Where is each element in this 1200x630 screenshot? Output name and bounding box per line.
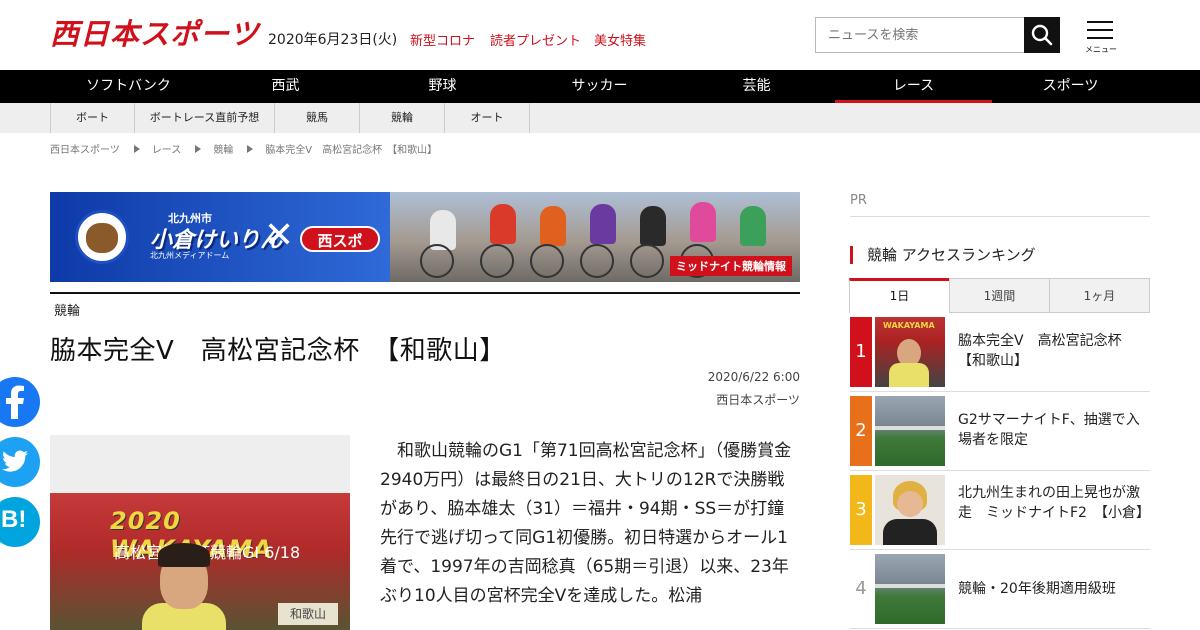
ranking-divider [850,628,1150,629]
breadcrumb-current: 脇本完全V 高松宮記念杯 【和歌山】 [265,145,438,156]
pr-divider [850,216,1150,217]
chevron-right-icon [133,144,140,153]
ranking-item[interactable]: 3 北九州生まれの田上晃也が激走 ミッドナイトF2 【小倉】 [850,475,1150,545]
pr-label: PR [850,193,867,208]
facebook-share-button[interactable] [0,377,40,427]
nav-item-baseball[interactable]: 野球 [364,70,521,103]
ranking-thumbnail [875,475,945,545]
breadcrumb: 西日本スポーツ レース 競輪 脇本完全V 高松宮記念杯 【和歌山】 [50,141,437,156]
ranking-divider [850,391,1150,392]
ranking-number: 1 [850,317,872,387]
banner-caption: ミッドナイト競輪情報 [670,256,792,276]
subnav-item-auto[interactable]: オート [445,103,530,133]
site-logo[interactable]: 西日本スポーツ [50,16,259,52]
article-title: 脇本完全V 高松宮記念杯 【和歌山】 [50,336,506,366]
breadcrumb-race[interactable]: レース [152,141,182,156]
banner-race-photo: ミッドナイト競輪情報 [390,192,800,282]
photo-image: 2020 WAKAYAMA 高松宮記念杯競輪GI 6/18 和歌山 [50,493,350,630]
subnav-item-boat[interactable]: ボート [50,103,135,133]
ranking-item-title: 競輪・20年後期適用級班 [958,581,1116,597]
ranking-divider [850,549,1150,550]
sub-nav: ボート ボートレース直前予想 競馬 競輪 オート [0,103,1200,133]
breadcrumb-keirin[interactable]: 競輪 [213,141,233,156]
header-link-corona[interactable]: 新型コロナ [410,30,475,49]
hatena-bookmark-icon: B! [1,506,27,533]
nav-item-sports[interactable]: スポーツ [992,70,1149,103]
banner-brand: 西スポ [300,226,380,252]
photo-tag: 和歌山 [278,603,338,625]
ranking-tab-month[interactable]: 1ヶ月 [1049,278,1150,313]
site-header: 西日本スポーツ 2020年6月23日(火) 新型コロナ 読者プレゼント 美女特集… [0,0,1200,70]
header-link-beauty[interactable]: 美女特集 [594,30,646,49]
subnav-item-boat-preview[interactable]: ボートレース直前予想 [135,103,275,133]
ranking-item-title: G2サマーナイトF、抽選で入場者を限定 [958,412,1140,448]
menu-button[interactable]: メニュー [1083,20,1119,56]
banner-sub: 北九州メディアドーム [150,251,230,260]
nav-item-soccer[interactable]: サッカー [521,70,678,103]
ranking-tab-week[interactable]: 1週間 [949,278,1050,313]
ranking-tab-day[interactable]: 1日 [849,278,950,313]
menu-label: メニュー [1085,45,1117,54]
ranking-divider [850,470,1150,471]
twitter-share-button[interactable] [0,437,40,487]
article-photo[interactable]: 2020 WAKAYAMA 高松宮記念杯競輪GI 6/18 和歌山 [50,435,350,630]
chevron-right-icon [195,144,202,153]
ranking-tabs: 1日 1週間 1ヶ月 [849,278,1150,313]
header-date: 2020年6月23日(火) [268,32,398,48]
article-divider [50,292,800,294]
ranking-item-title: 北九州生まれの田上晃也が激走 ミッドナイトF2 【小倉】 [958,485,1150,521]
nav-item-softbank[interactable]: ソフトバンク [50,70,207,103]
banner-brand-area: 北九州市 小倉けいりん 北九州メディアドーム ✕ 西スポ [50,192,390,282]
hatena-share-button[interactable]: B! [0,497,40,547]
nav-item-entertainment[interactable]: 芸能 [678,70,835,103]
nav-item-seibu[interactable]: 西武 [207,70,364,103]
twitter-icon [2,450,28,472]
breadcrumb-home[interactable]: 西日本スポーツ [50,141,120,156]
subnav-item-keirin[interactable]: 競輪 [360,103,445,133]
ranking-item[interactable]: 2 G2サマーナイトF、抽選で入場者を限定 [850,396,1150,466]
facebook-icon [6,385,24,419]
ranking-item[interactable]: 1 WAKAYAMA 脇本完全V 高松宮記念杯 【和歌山】 [850,317,1150,387]
header-link-present[interactable]: 読者プレゼント [490,30,581,49]
mascot-logo-icon [75,210,129,264]
ranking-number: 3 [850,475,872,545]
ranking-thumbnail: WAKAYAMA [875,317,945,387]
ranking-thumbnail [875,396,945,466]
subnav-item-keiba[interactable]: 競馬 [275,103,360,133]
promo-banner[interactable]: 北九州市 小倉けいりん 北九州メディアドーム ✕ 西スポ ミッドナイト競輪情報 [50,192,800,282]
ranking-number: 4 [850,554,872,624]
ranking-item-title: 脇本完全V 高松宮記念杯 【和歌山】 [958,333,1136,369]
chevron-right-icon [247,144,254,153]
article-source: 西日本スポーツ [716,393,800,407]
search-button[interactable] [1024,17,1060,53]
search-icon [1031,24,1053,46]
ranking-number: 2 [850,396,872,466]
search-input[interactable] [815,17,1025,53]
ranking-thumbnail [875,554,945,624]
ranking-item[interactable]: 4 競輪・20年後期適用級班 [850,554,1150,624]
nav-item-race[interactable]: レース [835,70,992,103]
article-date: 2020/6/22 6:00 [707,370,800,384]
main-nav: ソフトバンク 西武 野球 サッカー 芸能 レース スポーツ [0,70,1200,103]
article-category: 競輪 [54,304,81,319]
banner-cross: ✕ [264,215,295,256]
ranking-title: 競輪 アクセスランキング [850,246,1036,264]
article-body: 和歌山競輪のG1「第71回高松宮記念杯」（優勝賞金2940万円）は最終日の21日… [380,441,792,606]
